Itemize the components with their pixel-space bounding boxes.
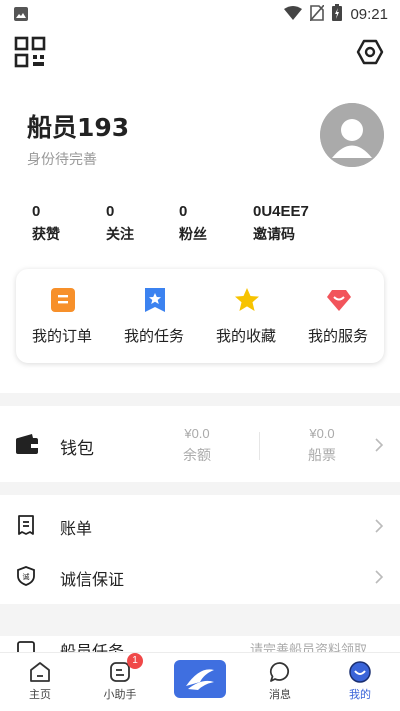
wallet-ticket[interactable]: ¥0.0 船票 [287, 426, 357, 465]
stat-label: 邀请码 [253, 227, 295, 243]
crew-task-row[interactable]: 船员任务 请完善船员资料领取 [0, 636, 400, 652]
publish-icon [174, 660, 226, 698]
nav-label: 消息 [269, 688, 291, 701]
profile-subtitle[interactable]: 身份待完善 [27, 149, 97, 169]
chevron-right-icon [375, 437, 384, 452]
stat-value: 0U4EE7 [253, 203, 309, 220]
crew-task-icon [16, 640, 36, 652]
quick-actions-card: 我的订单 我的任务 我的收藏 我的服务 [16, 269, 384, 363]
qr-code-icon[interactable] [14, 36, 46, 68]
service-gem-icon [326, 287, 352, 313]
task-icon [142, 287, 168, 313]
nav-home[interactable]: 主页 [0, 653, 80, 711]
star-icon [234, 287, 260, 313]
quick-action-label: 我的服务 [307, 327, 368, 345]
trust-guarantee-label: 诚信保证 [60, 570, 125, 589]
ticket-value: ¥0.0 [309, 426, 335, 441]
my-tasks-button[interactable]: 我的任务 [108, 269, 200, 363]
message-icon [269, 661, 291, 683]
crew-task-label: 船员任务 [60, 642, 125, 652]
status-bar: 09:21 [0, 0, 400, 26]
wallet-label: 钱包 [60, 439, 94, 459]
stat-label: 获赞 [32, 227, 60, 243]
section-divider [0, 393, 400, 406]
nav-label: 我的 [349, 688, 371, 701]
order-icon [50, 287, 76, 313]
nav-label: 小助手 [103, 688, 137, 701]
wallet-divider [259, 432, 260, 460]
chevron-right-icon [375, 518, 384, 533]
trust-guarantee-row[interactable]: 诚 诚信保证 [0, 550, 400, 602]
settings-hexagon-icon[interactable] [356, 38, 384, 66]
wallet-balance[interactable]: ¥0.0 余额 [162, 426, 232, 465]
notification-badge: 1 [127, 653, 143, 669]
nav-publish[interactable] [160, 653, 240, 711]
trust-shield-icon: 诚 [16, 566, 36, 586]
stat-label: 粉丝 [179, 227, 207, 243]
stat-value: 0 [32, 203, 41, 220]
my-services-button[interactable]: 我的服务 [292, 269, 384, 363]
stat-following[interactable]: 0 关注 [106, 203, 134, 244]
chevron-right-icon [375, 569, 384, 584]
status-time: 09:21 [350, 6, 388, 23]
wifi-icon [284, 5, 303, 24]
bottom-nav: 主页 1 小助手 消息 我的 [0, 652, 400, 711]
home-icon [29, 661, 51, 683]
section-divider [0, 604, 400, 636]
stat-value: 0 [179, 203, 188, 220]
quick-action-label: 我的任务 [123, 327, 184, 345]
nav-assistant[interactable]: 1 小助手 [80, 653, 160, 711]
stat-likes[interactable]: 0 获赞 [32, 203, 60, 244]
stat-value: 0 [106, 203, 115, 220]
no-sim-icon [309, 3, 326, 25]
svg-text:诚: 诚 [23, 572, 30, 581]
stat-label: 关注 [106, 227, 134, 243]
bill-label: 账单 [60, 519, 93, 538]
stat-invite-code[interactable]: 0U4EE7 邀请码 [253, 203, 309, 244]
stat-followers[interactable]: 0 粉丝 [179, 203, 207, 244]
quick-action-label: 我的订单 [31, 327, 92, 345]
bill-row[interactable]: 账单 [0, 499, 400, 551]
default-avatar-icon[interactable] [320, 103, 384, 167]
quick-action-label: 我的收藏 [215, 327, 276, 345]
wallet-row[interactable]: 钱包 ¥0.0 余额 ¥0.0 船票 [0, 406, 400, 482]
bill-icon [16, 515, 36, 535]
ticket-label: 船票 [308, 448, 336, 464]
balance-value: ¥0.0 [184, 426, 210, 441]
nav-messages[interactable]: 消息 [240, 653, 320, 711]
crew-task-hint: 请完善船员资料领取 [250, 643, 368, 652]
image-notification-icon [14, 6, 28, 25]
nav-label: 主页 [29, 688, 51, 701]
section-divider [0, 482, 400, 495]
header-bar [0, 34, 400, 74]
balance-label: 余额 [183, 448, 211, 464]
wallet-icon [16, 434, 38, 454]
battery-charging-icon [332, 4, 343, 25]
profile-name[interactable]: 船员193 [27, 108, 129, 144]
my-favorites-button[interactable]: 我的收藏 [200, 269, 292, 363]
my-orders-button[interactable]: 我的订单 [16, 269, 108, 363]
stats-row: 0 获赞 0 关注 0 粉丝 0U4EE7 邀请码 [0, 203, 400, 247]
nav-profile[interactable]: 我的 [320, 653, 400, 711]
profile-icon [349, 661, 371, 683]
